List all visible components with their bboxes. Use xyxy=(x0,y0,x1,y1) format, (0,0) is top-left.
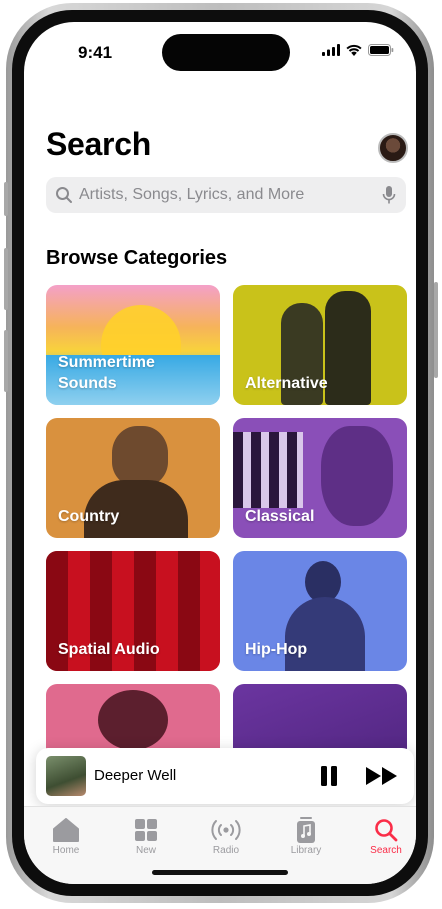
pause-icon[interactable] xyxy=(320,766,338,786)
music-note-icon xyxy=(297,817,315,843)
tile-label: Country xyxy=(58,508,120,525)
tab-library[interactable]: Library xyxy=(276,817,336,856)
tab-label: Home xyxy=(52,845,80,856)
tile-label: Classical xyxy=(245,508,315,525)
mini-player[interactable]: Deeper Well xyxy=(36,748,414,804)
side-button xyxy=(434,282,438,378)
browse-categories-heading: Browse Categories xyxy=(46,247,228,269)
account-avatar[interactable] xyxy=(378,133,408,163)
tab-label: Search xyxy=(370,845,402,856)
category-tile-spatial-audio[interactable]: Spatial Audio xyxy=(46,551,220,671)
tab-search[interactable]: Search xyxy=(356,817,416,856)
grid-icon xyxy=(135,819,157,841)
tile-head-art xyxy=(112,426,168,486)
status-icons xyxy=(322,44,394,56)
volume-up-button xyxy=(4,248,8,310)
tile-label: Spatial Audio xyxy=(58,641,160,658)
volume-down-button xyxy=(4,330,8,392)
magnifier-icon xyxy=(56,187,72,203)
radio-waves-icon xyxy=(211,820,241,840)
category-tile-summertime-sounds[interactable]: Summertime Sounds xyxy=(46,285,220,405)
tile-label: Alternative xyxy=(245,375,328,392)
tile-piano-art xyxy=(233,432,303,508)
category-tile-hip-hop[interactable]: Hip-Hop xyxy=(233,551,407,671)
search-icon xyxy=(375,819,398,842)
tab-radio[interactable]: Radio xyxy=(196,817,256,856)
tile-label: Hip-Hop xyxy=(245,641,308,658)
screen: 9:41 Search Artists, Songs, Lyrics, and … xyxy=(24,22,416,884)
now-playing-title: Deeper Well xyxy=(94,767,177,784)
tab-label: New xyxy=(135,845,156,856)
tab-home[interactable]: Home xyxy=(36,817,96,856)
wifi-icon xyxy=(346,44,362,56)
fast-forward-icon[interactable] xyxy=(366,767,398,785)
page-title: Search xyxy=(46,126,151,162)
home-indicator[interactable] xyxy=(152,870,288,875)
battery-icon xyxy=(368,44,394,56)
action-button xyxy=(4,182,8,216)
search-placeholder: Artists, Songs, Lyrics, and More xyxy=(79,186,305,203)
category-tile-alternative[interactable]: Alternative xyxy=(233,285,407,405)
now-playing-artwork xyxy=(46,756,86,796)
category-tile-country[interactable]: Country xyxy=(46,418,220,538)
tile-head-art xyxy=(98,690,168,750)
cellular-signal-icon xyxy=(322,44,340,56)
tile-label: Summertime Sounds xyxy=(58,354,155,392)
tab-new[interactable]: New xyxy=(116,817,176,856)
house-icon xyxy=(53,818,79,842)
status-time: 9:41 xyxy=(78,43,113,62)
tab-label: Radio xyxy=(212,845,240,856)
dynamic-island xyxy=(162,34,290,71)
microphone-icon[interactable] xyxy=(382,185,396,205)
tab-label: Library xyxy=(290,845,322,856)
search-field[interactable]: Artists, Songs, Lyrics, and More xyxy=(46,177,406,213)
category-tile-classical[interactable]: Classical xyxy=(233,418,407,538)
